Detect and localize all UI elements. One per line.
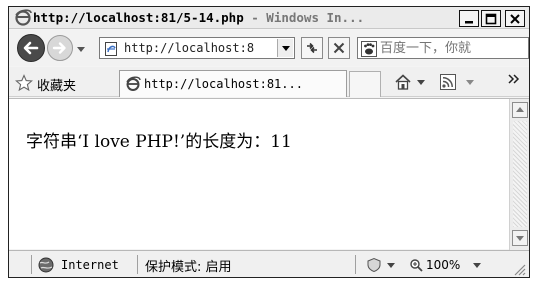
maximize-button[interactable] [481,10,501,27]
result-text: 字符串‘I love PHP!’的长度为：11 [26,132,292,152]
scroll-down-button[interactable] [512,230,528,246]
address-dropdown-button[interactable] [277,39,293,57]
chevron-down-icon [387,263,395,268]
feeds-button[interactable] [439,72,475,92]
zoom-level: 100% [426,258,461,272]
close-button[interactable] [505,10,525,27]
new-tab-button[interactable] [349,71,381,97]
window-title-url: http://localhost:81/5-14.php [33,10,244,25]
title-bar: http://localhost:81/5-14.php - Windows I… [9,7,529,29]
refresh-icon [307,42,317,54]
navigation-bar: http://localhost:8 [9,30,529,66]
favorites-button[interactable]: 收藏夹 [13,73,99,94]
forward-arrow-icon [52,42,66,54]
status-divider [137,255,138,274]
zone-indicator[interactable]: Internet [37,255,119,275]
window-title-app: - Windows In... [243,10,365,25]
chevron-down-icon [77,47,85,52]
page-icon [103,41,119,57]
baidu-icon [361,41,377,57]
chevron-down-icon [466,80,474,85]
chevron-down-icon [516,236,524,241]
back-arrow-icon [23,41,39,55]
zoom-icon [410,259,423,272]
more-commands-button[interactable] [507,69,521,89]
scroll-track[interactable] [513,121,527,227]
home-icon [395,74,411,90]
zoom-button[interactable]: 100% [409,255,482,275]
forward-button[interactable] [47,35,73,61]
tab-title: http://localhost:81... [144,77,303,91]
security-settings-button[interactable] [365,255,396,275]
browser-window: http://localhost:81/5-14.php - Windows I… [8,6,530,278]
address-url[interactable]: http://localhost:8 [124,41,264,57]
status-divider [355,255,356,274]
ie-logo-icon [14,9,32,27]
page-content: 字符串‘I love PHP!’的长度为：11 [9,98,529,250]
scroll-up-button[interactable] [512,102,528,118]
favorites-label: 收藏夹 [37,79,77,94]
chevron-down-icon [473,263,482,268]
star-icon [15,74,33,92]
globe-icon [38,257,54,273]
history-dropdown[interactable] [76,43,86,53]
search-box[interactable] [357,37,529,59]
rss-icon [440,74,456,90]
vertical-scrollbar[interactable] [509,99,529,250]
stop-button[interactable] [328,37,350,59]
back-button[interactable] [17,34,45,62]
resize-grip[interactable] [512,259,526,279]
protected-mode-label[interactable]: 保护模式: 启用 [145,255,232,275]
address-bar[interactable]: http://localhost:8 [99,37,295,59]
status-divider [31,255,32,274]
minimize-button[interactable] [459,10,479,27]
tab-active[interactable]: http://localhost:81... [119,70,347,97]
chevron-down-icon [281,46,290,51]
chevron-right-icon [508,74,520,84]
chevron-down-icon [417,80,425,85]
zone-label: Internet [61,258,119,272]
chevron-up-icon [516,107,524,112]
search-input[interactable] [380,39,528,57]
stop-icon [333,42,345,54]
home-button[interactable] [393,72,426,92]
ie-page-icon [125,76,141,92]
resize-grip-icon [514,264,526,276]
shield-icon [367,257,381,273]
window-title: http://localhost:81/5-14.php - Windows I… [33,10,453,26]
status-bar: Internet 保护模式: 启用 100% [9,250,529,277]
favorites-bar: 收藏夹 http://localhost:81... [9,67,529,97]
refresh-button[interactable] [301,37,323,59]
